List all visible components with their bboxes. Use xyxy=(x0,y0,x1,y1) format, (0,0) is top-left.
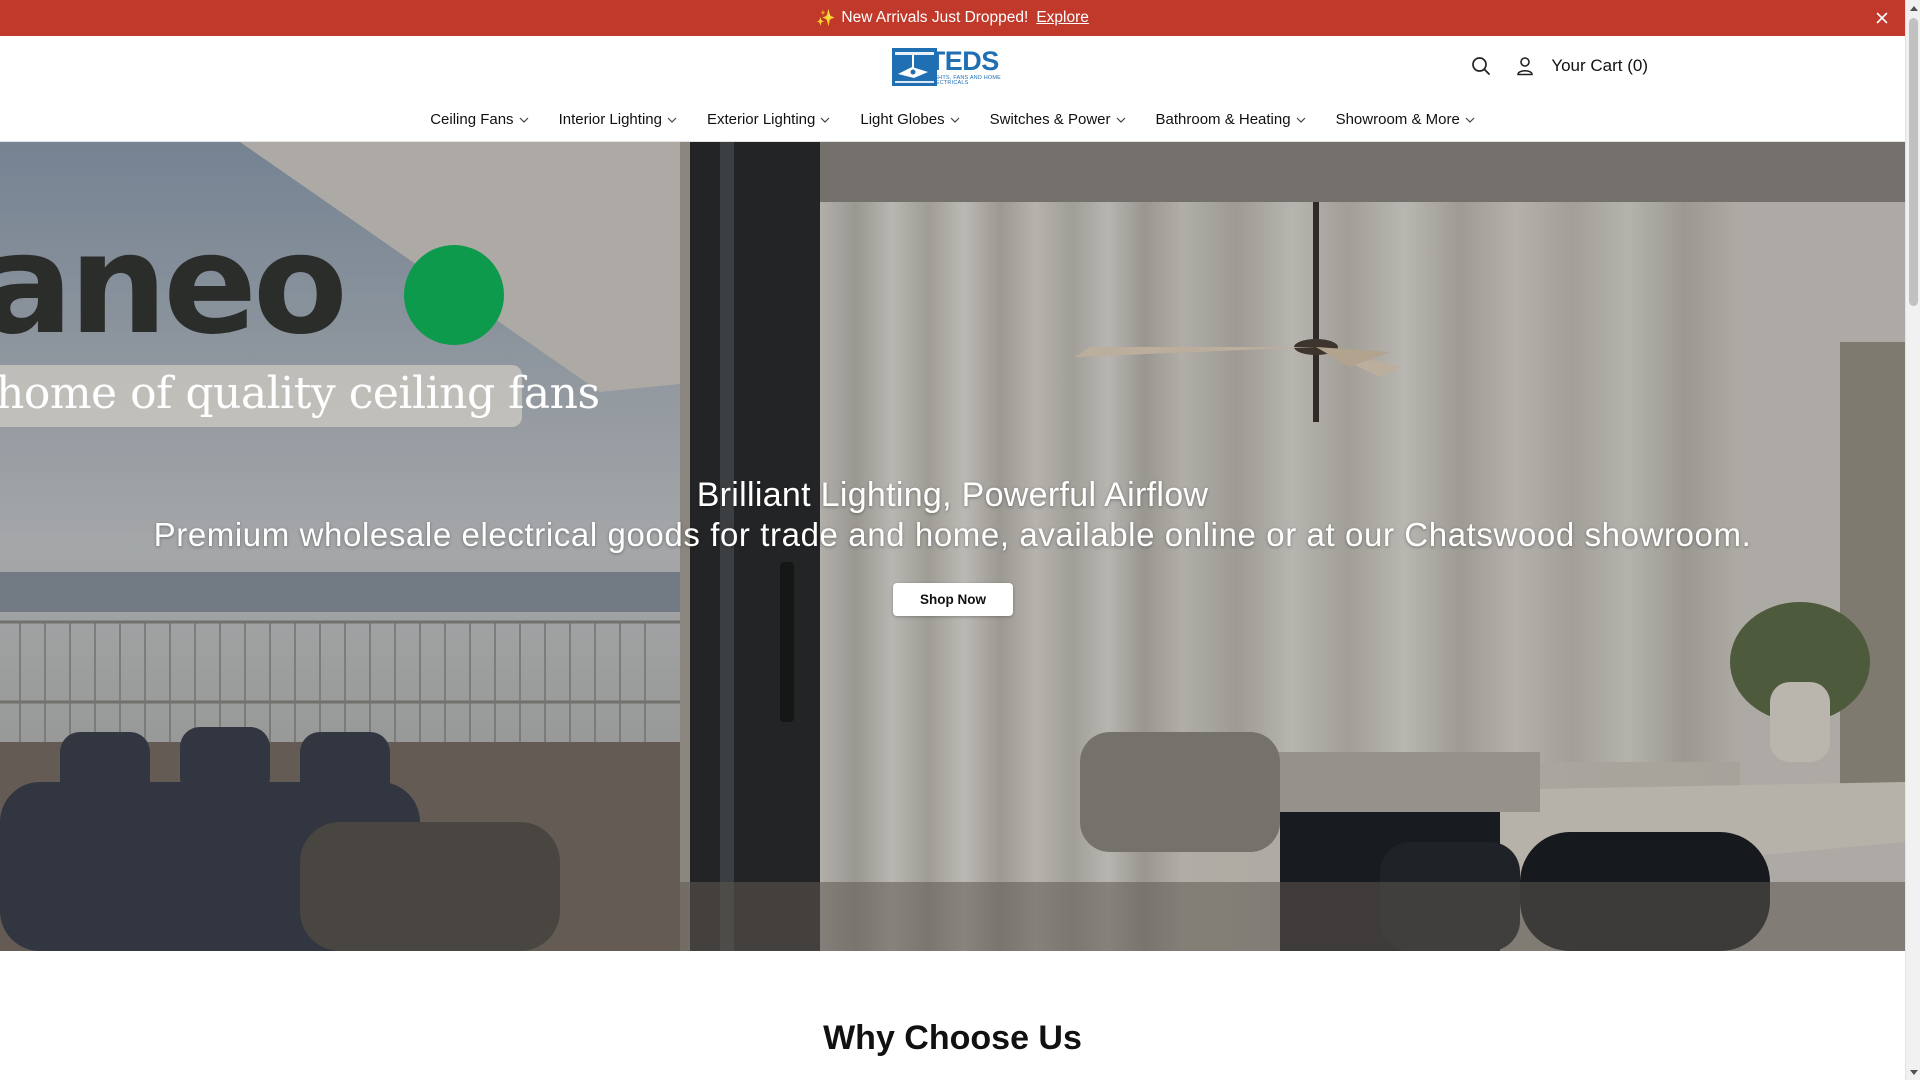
nav-item-light-globes[interactable]: Light Globes xyxy=(860,111,960,128)
nav-item-exterior-lighting[interactable]: Exterior Lighting xyxy=(707,111,830,128)
hero-subtitle: Premium wholesale electrical goods for t… xyxy=(153,516,1752,553)
scroll-down-arrow-icon[interactable] xyxy=(1909,1067,1918,1077)
brand-tagline: home of quality ceiling fans xyxy=(0,368,600,419)
search-icon[interactable] xyxy=(1469,54,1493,78)
logo-text: TEDS LIGHTS, FANS AND HOME ELECTRICALS xyxy=(928,45,1014,87)
nav-item-label: Bathroom & Heating xyxy=(1155,111,1291,128)
nav-item-label: Switches & Power xyxy=(989,111,1111,128)
account-icon[interactable] xyxy=(1513,54,1537,78)
logo-tagline: LIGHTS, FANS AND HOME ELECTRICALS xyxy=(928,74,1002,86)
shop-now-button[interactable]: Shop Now xyxy=(893,583,1013,616)
chevron-down-icon xyxy=(820,117,830,123)
nav-item-label: Ceiling Fans xyxy=(430,111,514,128)
nav-item-label: Light Globes xyxy=(860,111,945,128)
chevron-down-icon xyxy=(950,117,960,123)
chevron-down-icon xyxy=(667,117,677,123)
chevron-down-icon xyxy=(1116,117,1126,123)
nav-item-ceiling-fans[interactable]: Ceiling Fans xyxy=(430,111,528,128)
nav-item-interior-lighting[interactable]: Interior Lighting xyxy=(559,111,677,128)
cart-link[interactable]: Your Cart (0) xyxy=(1551,56,1648,76)
sparkle-icon: ✨ xyxy=(816,9,836,27)
nav-item-label: Exterior Lighting xyxy=(706,111,816,128)
close-icon[interactable] xyxy=(1873,9,1891,27)
scrollbar-thumb[interactable] xyxy=(1909,18,1918,306)
brand-dot xyxy=(404,245,504,345)
header-actions: Your Cart (0) xyxy=(1469,54,1648,78)
nav-item-switches-power[interactable]: Switches & Power xyxy=(990,111,1126,128)
brand-wordmark: aneo xyxy=(0,204,348,365)
site-header: TEDS LIGHTS, FANS AND HOME ELECTRICALS Y… xyxy=(0,36,1905,104)
announcement-text: New Arrivals Just Dropped! xyxy=(841,9,1029,26)
explore-link[interactable]: Explore xyxy=(1036,9,1089,27)
page-scrollbar[interactable] xyxy=(1905,0,1920,1080)
hero-banner: aneo home of quality ceiling fans Brilli… xyxy=(0,142,1905,951)
nav-item-label: Interior Lighting xyxy=(558,111,662,128)
nav-item-label: Showroom & More xyxy=(1335,111,1460,128)
hero-title: Brilliant Lighting, Powerful Airflow xyxy=(696,476,1209,514)
section-heading: Why Choose Us xyxy=(823,1019,1082,1057)
nav-item-showroom-more[interactable]: Showroom & More xyxy=(1336,111,1475,128)
site-logo[interactable]: TEDS LIGHTS, FANS AND HOME ELECTRICALS xyxy=(892,47,1014,87)
logo-name: TEDS xyxy=(928,45,1000,76)
page: ✨ New Arrivals Just Dropped! Explore TED… xyxy=(0,0,1905,1080)
announcement-bar: ✨ New Arrivals Just Dropped! Explore xyxy=(0,0,1905,36)
main-nav: Ceiling Fans Interior Lighting Exterior … xyxy=(0,104,1905,142)
scroll-up-arrow-icon[interactable] xyxy=(1909,3,1918,13)
chevron-down-icon xyxy=(1465,117,1475,123)
logo-mark-icon xyxy=(892,48,937,86)
chevron-down-icon xyxy=(1296,117,1306,123)
chevron-down-icon xyxy=(519,117,529,123)
nav-item-bathroom-heating[interactable]: Bathroom & Heating xyxy=(1156,111,1306,128)
